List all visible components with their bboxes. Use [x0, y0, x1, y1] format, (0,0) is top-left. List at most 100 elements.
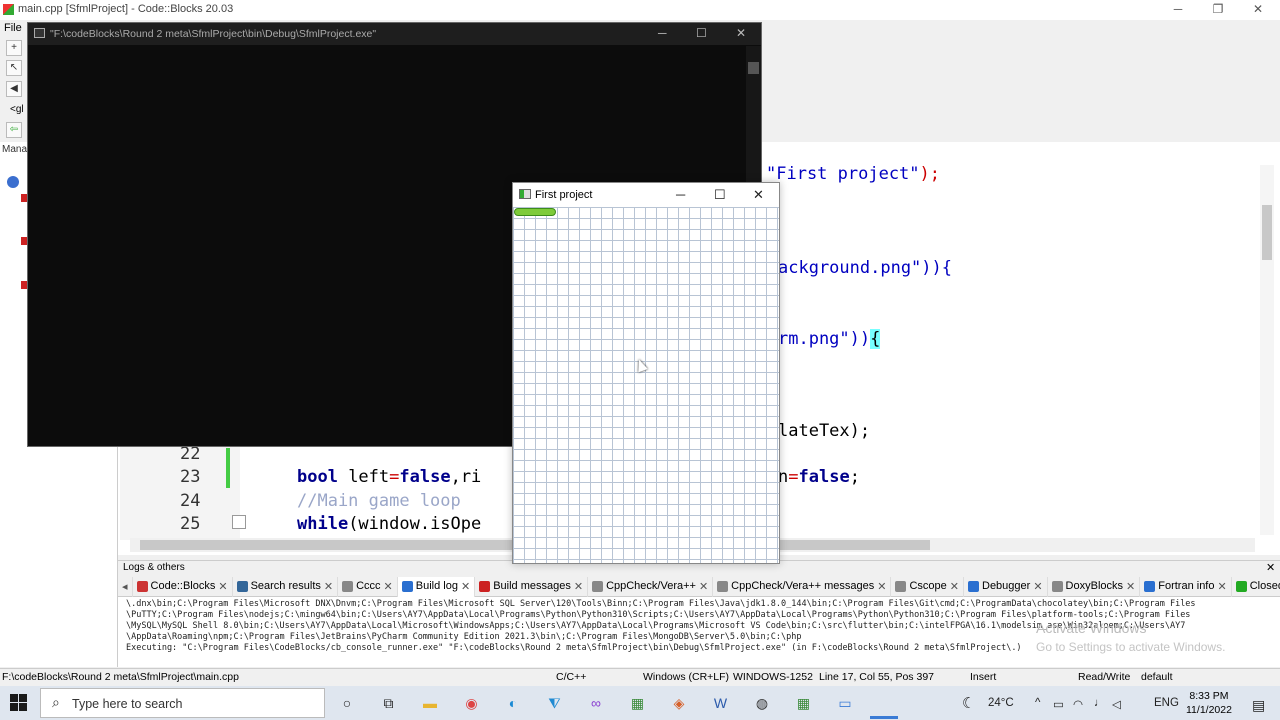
minimize-icon[interactable]: ─ [676, 187, 685, 202]
minimize-icon[interactable]: ─ [658, 26, 667, 40]
tab-close-icon[interactable]: ✕ [1033, 580, 1042, 593]
edge-icon[interactable]: ◐ [502, 692, 524, 714]
string-literal: "First project" [766, 164, 920, 184]
tab-debugger[interactable]: Debugger ✕ [964, 577, 1048, 597]
scrollbar-thumb[interactable] [1262, 205, 1272, 260]
clock-time: 8:33 PM [1189, 690, 1229, 702]
cortana-icon[interactable]: ○ [336, 692, 358, 714]
new-file-icon[interactable]: + [6, 40, 22, 56]
code-fragment: lateTex); [778, 421, 871, 441]
toolbar-area [760, 20, 1280, 142]
maximize-icon[interactable]: ☐ [714, 187, 726, 203]
weather-temperature[interactable]: 24°C [988, 697, 1014, 709]
volume-icon[interactable]: ◁ [1112, 697, 1121, 711]
tab-label: Fortran info [1158, 580, 1215, 592]
tab-close-icon[interactable]: ✕ [877, 580, 886, 593]
menu-file[interactable]: File [4, 22, 22, 34]
active-app-icon[interactable]: ▭ [834, 692, 856, 714]
chrome-icon[interactable]: ◉ [461, 692, 483, 714]
visual-studio-icon[interactable]: ∞ [585, 692, 607, 714]
tab-close-icon[interactable]: ✕ [324, 580, 333, 593]
tab-cccc[interactable]: Cccc ✕ [338, 577, 398, 597]
tab-scroll-left-icon[interactable]: ◂ [118, 577, 133, 597]
string-literal: rm.png")) [778, 329, 871, 349]
tab-close-icon[interactable]: ✕ [218, 580, 227, 593]
jump-back-icon[interactable]: ◀ [6, 81, 22, 97]
restore-icon[interactable]: ❐ [1198, 2, 1238, 18]
github-icon[interactable]: ◍ [751, 692, 773, 714]
tab-close-icon[interactable]: ✕ [950, 580, 959, 593]
tab-doxyblocks[interactable]: DoxyBlocks ✕ [1048, 577, 1141, 597]
task-view-icon[interactable]: ⧉ [378, 692, 400, 714]
line-number: 25 [180, 514, 201, 534]
status-access: Read/Write [1078, 671, 1131, 683]
file-icon [895, 581, 907, 592]
close-icon[interactable]: ✕ [753, 187, 764, 203]
line-number: 22 [180, 444, 201, 464]
app-icon[interactable]: ▦ [793, 692, 815, 714]
taskbar-clock[interactable]: 8:33 PM 11/1/2022 [1186, 689, 1232, 717]
codeblocks-icon[interactable]: ◈ [668, 692, 690, 714]
file-icon [1051, 581, 1063, 592]
code-completion-field[interactable]: <gl [10, 104, 24, 115]
close-icon[interactable]: ✕ [1238, 2, 1278, 18]
logs-tab-strip: ◂ Code::Blocks ✕ Search results ✕ Cccc ✕ Build… [118, 577, 1280, 597]
tab-build-messages[interactable]: Build messages ✕ [475, 577, 589, 597]
tab-cppcheck-vera-messages[interactable]: CppCheck/Vera++ messages ✕ [713, 577, 892, 597]
tab-close-icon[interactable]: ✕ [461, 580, 470, 593]
fold-toggle-icon[interactable] [232, 515, 246, 529]
tab-build-log[interactable]: Build log ✕ [397, 577, 476, 597]
line-number: 24 [180, 491, 201, 511]
fortran-icon [1144, 581, 1156, 592]
wifi-icon[interactable]: ◠ [1073, 697, 1083, 711]
word-icon[interactable]: W [710, 692, 732, 714]
scrollbar-thumb[interactable] [748, 62, 759, 74]
code-text: ); [919, 164, 941, 184]
tab-close-icon[interactable]: ✕ [384, 580, 393, 593]
tab-search-results[interactable]: Search results ✕ [233, 577, 339, 597]
brace-highlight: { [870, 329, 881, 349]
app-icon[interactable]: ▦ [627, 692, 649, 714]
code-text: (window.isOpe [348, 514, 482, 534]
status-line-endings: Windows (CR+LF) [643, 671, 730, 683]
select-icon[interactable]: ↖ [6, 60, 22, 76]
tab-label: CppCheck/Vera++ [606, 580, 696, 592]
keyword: false [798, 467, 850, 487]
code-fragment: ackground.png")){ [778, 258, 952, 278]
status-language: C/C++ [556, 671, 587, 683]
tab-cppcheck-vera[interactable]: CppCheck/Vera++ ✕ [588, 577, 714, 597]
taskbar-search-placeholder: Type here to search [72, 697, 183, 711]
tab-cscope[interactable]: Cscope ✕ [891, 577, 964, 597]
show-hidden-icons-icon[interactable]: ^ [1035, 697, 1040, 709]
maximize-icon[interactable]: ☐ [696, 26, 707, 40]
notifications-icon[interactable]: ▤ [1252, 697, 1265, 714]
tab-close-icon[interactable]: ✕ [574, 580, 583, 593]
status-profile: default [1141, 671, 1173, 683]
back-arrow-icon[interactable]: ⇦ [6, 122, 22, 138]
pin-icon [479, 581, 491, 592]
weather-icon[interactable]: ☾ [962, 694, 975, 712]
minimize-icon[interactable]: ─ [1158, 2, 1198, 18]
tab-close-icon[interactable]: ✕ [1126, 580, 1135, 593]
tab-code-blocks[interactable]: Code::Blocks ✕ [133, 577, 233, 597]
tab-close-icon[interactable]: ✕ [699, 580, 708, 593]
code-fragment: "First project"); [766, 164, 940, 184]
close-icon[interactable]: ✕ [1266, 561, 1275, 574]
tab-fortran-info[interactable]: Fortran info ✕ [1140, 577, 1232, 597]
network-icon[interactable]: ▭ [1053, 697, 1064, 711]
code-fragment: rm.png")){ [778, 329, 881, 349]
search-icon [236, 581, 248, 592]
close-icon[interactable]: ✕ [736, 26, 746, 40]
tab-label: Code::Blocks [150, 580, 216, 592]
windows-start-icon[interactable] [10, 694, 28, 712]
microphone-icon[interactable]: ♩ [1094, 697, 1106, 709]
file-explorer-icon[interactable]: ▬ [419, 692, 441, 714]
activation-watermark-text: Go to Settings to activate Windows. [1036, 640, 1226, 654]
tab-closed-fi[interactable]: Closed fi [1232, 577, 1280, 597]
language-indicator[interactable]: ENG [1154, 697, 1179, 709]
vscode-icon[interactable]: ⧨ [544, 692, 566, 714]
log-line: \.dnx\bin;C:\Program Files\Microsoft DNX… [126, 599, 1196, 609]
workspace-icon[interactable] [7, 176, 19, 188]
tab-close-icon[interactable]: ✕ [1217, 580, 1226, 593]
tab-label: Build messages [493, 580, 571, 592]
